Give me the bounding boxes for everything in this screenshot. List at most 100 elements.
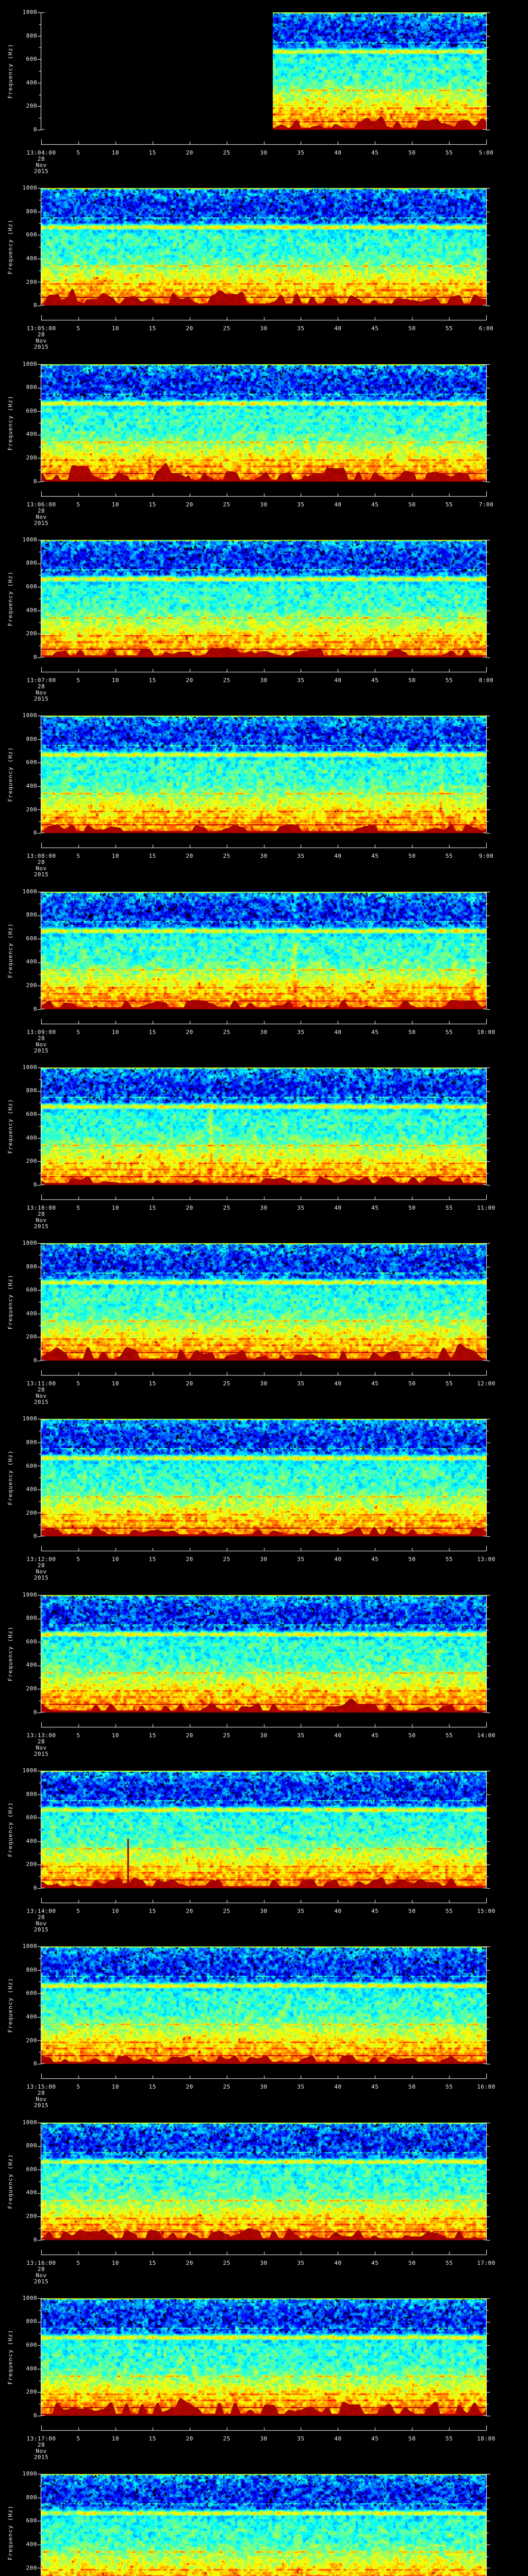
y-tick-label: 1000 xyxy=(22,1063,37,1071)
x-tick-label: 40 xyxy=(334,1380,342,1387)
y-tick-label: 200 xyxy=(26,1685,37,1692)
x-tick-label: 20 xyxy=(186,501,193,508)
x-tick-label: 40 xyxy=(334,149,342,156)
x-tick-label: 5 xyxy=(76,1908,80,1914)
x-tick-label: 15 xyxy=(148,676,156,684)
x-tick-label: 25 xyxy=(223,2083,230,2091)
x-tick-label: 30 xyxy=(260,2435,268,2442)
x-tick-label: 30 xyxy=(260,1732,268,1739)
x-tick-label: 45 xyxy=(371,1204,379,1211)
start-time-label: 13:06:00 28 Nov 2015 xyxy=(26,501,56,527)
x-tick-label: 25 xyxy=(223,1732,230,1739)
y-tick-label: 600 xyxy=(26,759,37,766)
start-time-label: 13:14:00 28 Nov 2015 xyxy=(26,1908,56,1933)
x-tick-label: 5 xyxy=(76,1556,80,1563)
x-tick-label: 30 xyxy=(260,1556,268,1563)
start-time-label: 13:05:00 28 Nov 2015 xyxy=(26,325,56,351)
x-tick-label: 5 xyxy=(76,1028,80,1036)
x-tick-label: 35 xyxy=(297,1556,305,1563)
x-tick-label: 30 xyxy=(260,149,268,156)
x-tick-label: 5 xyxy=(76,853,80,860)
x-tick-label: 45 xyxy=(371,1908,379,1914)
spectrogram-panel-13-13-00: Frequency (Hz) 1000 800 600 400 200 0 5 10 15 20… xyxy=(0,1582,528,1759)
x-tick-label: 10 xyxy=(111,853,119,860)
x-tick-label: 10 xyxy=(111,149,119,156)
x-tick-label: 25 xyxy=(223,149,230,156)
y-tick-label: 400 xyxy=(26,1134,37,1141)
end-time-label: 7:00 xyxy=(478,501,494,508)
y-tick-label: 200 xyxy=(26,103,37,110)
x-tick-label: 40 xyxy=(334,1204,342,1211)
x-tick-label: 30 xyxy=(260,2259,268,2266)
x-tick-label: 55 xyxy=(445,1908,453,1914)
end-time-label: 8:00 xyxy=(478,676,494,684)
y-tick-label: 400 xyxy=(26,1662,37,1669)
y-tick-label: 0 xyxy=(33,2060,37,2067)
spectrogram-panel-13-15-00: Frequency (Hz) 1000 800 600 400 200 0 5 10 15 20… xyxy=(0,1934,528,2111)
y-tick-label: 600 xyxy=(26,1286,37,1294)
start-time-label: 13:07:00 28 Nov 2015 xyxy=(26,676,56,702)
x-tick-label: 20 xyxy=(186,1028,193,1036)
x-tick-label: 10 xyxy=(111,1732,119,1739)
end-time-label: 10:00 xyxy=(477,1028,496,1036)
y-tick-label: 600 xyxy=(26,1110,37,1117)
x-tick-label: 40 xyxy=(334,2435,342,2442)
y-tick-label: 400 xyxy=(26,2365,37,2372)
y-tick-label: 400 xyxy=(26,79,37,86)
y-tick-label: 600 xyxy=(26,1990,37,1997)
y-tick-label: 200 xyxy=(26,981,37,989)
y-tick-label: 600 xyxy=(26,2165,37,2173)
x-tick-label: 50 xyxy=(408,325,416,332)
y-tick-label: 1000 xyxy=(22,2119,37,2126)
x-tick-label: 10 xyxy=(111,1908,119,1914)
start-time-label: 13:08:00 28 Nov 2015 xyxy=(26,853,56,878)
x-tick-label: 50 xyxy=(408,1732,416,1739)
x-tick-label: 20 xyxy=(186,853,193,860)
y-tick-label: 1000 xyxy=(22,712,37,719)
end-time-label: 9:00 xyxy=(478,853,494,860)
x-tick-label: 45 xyxy=(371,1028,379,1036)
x-tick-label: 30 xyxy=(260,1028,268,1036)
x-tick-label: 40 xyxy=(334,2083,342,2091)
x-tick-label: 45 xyxy=(371,501,379,508)
x-tick-label: 30 xyxy=(260,2083,268,2091)
x-tick-label: 40 xyxy=(334,853,342,860)
y-axis-title: Frequency (Hz) xyxy=(7,1977,14,2033)
x-tick-label: 10 xyxy=(111,676,119,684)
x-tick-label: 20 xyxy=(186,325,193,332)
x-tick-label: 30 xyxy=(260,501,268,508)
x-tick-label: 10 xyxy=(111,2083,119,2091)
y-axis-title: Frequency (Hz) xyxy=(7,747,14,802)
y-tick-label: 800 xyxy=(26,735,37,742)
x-tick-label: 5 xyxy=(76,2435,80,2442)
x-tick-label: 25 xyxy=(223,325,230,332)
y-tick-label: 200 xyxy=(26,2037,37,2044)
x-tick-label: 25 xyxy=(223,2435,230,2442)
x-tick-label: 50 xyxy=(408,853,416,860)
x-tick-label: 35 xyxy=(297,1908,305,1914)
end-time-label: 16:00 xyxy=(477,2083,496,2091)
x-tick-label: 55 xyxy=(445,2435,453,2442)
x-tick-label: 55 xyxy=(445,2083,453,2091)
y-axis-title: Frequency (Hz) xyxy=(7,1274,14,1330)
x-tick-label: 10 xyxy=(111,501,119,508)
y-tick-label: 800 xyxy=(26,1263,37,1270)
y-tick-label: 600 xyxy=(26,231,37,239)
x-tick-label: 15 xyxy=(148,1028,156,1036)
x-tick-label: 20 xyxy=(186,1556,193,1563)
y-tick-label: 200 xyxy=(26,278,37,285)
spectrogram-panel-13-09-00: Frequency (Hz) 1000 800 600 400 200 0 5 10 15 20… xyxy=(0,879,528,1056)
start-time-label: 13:04:00 28 Nov 2015 xyxy=(26,149,56,175)
y-tick-label: 1000 xyxy=(22,1415,37,1422)
x-tick-label: 15 xyxy=(148,2259,156,2266)
start-time-label: 13:11:00 28 Nov 2015 xyxy=(26,1380,56,1406)
x-tick-label: 10 xyxy=(111,1204,119,1211)
y-axis-title: Frequency (Hz) xyxy=(7,43,14,99)
x-tick-label: 45 xyxy=(371,1732,379,1739)
spectrogram-panel-13-18-00: Frequency (Hz) 10008006004002000 5101520… xyxy=(0,2462,528,2576)
spectrogram-panel-13-17-00: Frequency (Hz) 1000 800 600 400 200 0 5 10 15 20… xyxy=(0,2285,528,2462)
x-tick-label: 50 xyxy=(408,2083,416,2091)
y-tick-label: 200 xyxy=(26,454,37,461)
y-tick-label: 0 xyxy=(33,1533,37,1540)
y-tick-label: 600 xyxy=(26,1638,37,1645)
